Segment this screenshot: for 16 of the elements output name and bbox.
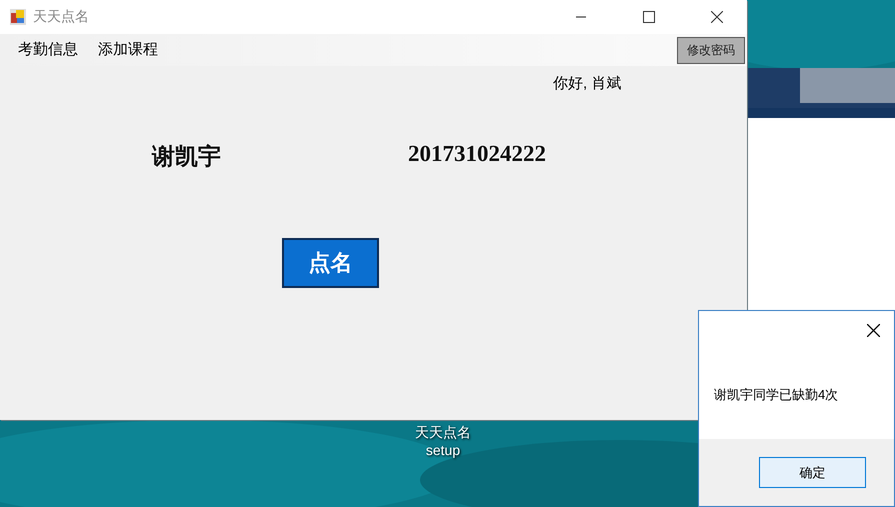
menu-item[interactable]: 添加课程 <box>88 39 168 61</box>
desktop-icon-label[interactable]: 天天点名 <box>415 423 471 441</box>
roll-call-button[interactable]: 点名 <box>282 238 379 288</box>
ok-button[interactable]: 确定 <box>759 457 866 488</box>
window-title: 天天点名 <box>33 8 90 26</box>
close-icon[interactable] <box>867 324 880 337</box>
desktop-icon-label[interactable]: setup <box>426 441 460 459</box>
change-password-button[interactable]: 修改密码 <box>677 36 745 64</box>
close-icon[interactable] <box>710 11 722 23</box>
greeting-text: 你好, 肖斌 <box>553 74 622 93</box>
student-name: 谢凯宇 <box>152 142 221 171</box>
app-icon <box>10 9 26 25</box>
menu-item[interactable]: 考勤信息 <box>8 39 88 61</box>
maximize-icon[interactable] <box>642 11 654 23</box>
student-id: 201731024222 <box>408 141 546 168</box>
message-text: 谢凯宇同学已缺勤4次 <box>714 386 840 404</box>
